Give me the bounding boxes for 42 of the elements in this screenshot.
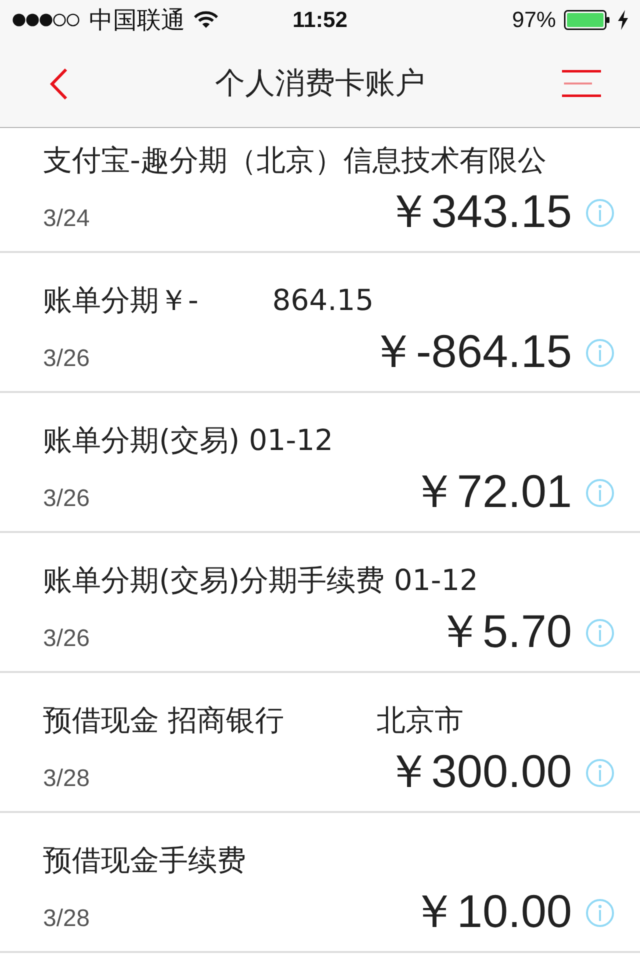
transaction-title: 预借现金 招商银行 北京市 (43, 702, 464, 739)
transaction-title: 预借现金手续费 (43, 842, 246, 879)
info-button[interactable] (586, 899, 614, 927)
battery-percentage: 97% (512, 7, 556, 33)
transaction-title: 账单分期(交易)分期手续费 01-12 (43, 562, 478, 599)
transaction-title: 账单分期￥- 864.15 (43, 282, 374, 319)
info-icon (586, 479, 614, 507)
carrier-name: 中国联通 (89, 5, 185, 36)
info-icon (586, 199, 614, 227)
battery-icon (564, 10, 610, 30)
info-icon (586, 619, 614, 647)
menu-icon (562, 70, 601, 97)
transaction-amount: ￥300.00 (385, 745, 572, 797)
info-icon (586, 339, 614, 367)
back-chevron-icon (49, 68, 69, 100)
transaction-title: 账单分期(交易) 01-12 (43, 422, 334, 459)
info-button[interactable] (586, 199, 614, 227)
info-icon (586, 899, 614, 927)
status-time: 11:52 (292, 7, 348, 33)
info-button[interactable] (586, 759, 614, 787)
transaction-amount: ￥343.15 (385, 185, 572, 237)
transaction-date: 3/26 (43, 344, 90, 373)
page-title: 个人消费卡账户 (215, 65, 425, 103)
transaction-amount: ￥-864.15 (370, 325, 572, 377)
info-icon (586, 759, 614, 787)
transaction-title: 支付宝-趣分期（北京）信息技术有限公 (43, 142, 546, 179)
info-button[interactable] (586, 339, 614, 367)
transaction-date: 3/24 (43, 204, 90, 233)
transaction-amount: ￥10.00 (410, 885, 572, 937)
back-button[interactable] (49, 68, 69, 100)
transaction-date: 3/26 (43, 484, 90, 513)
info-button[interactable] (586, 619, 614, 647)
transaction-date: 3/28 (43, 764, 90, 793)
menu-button[interactable] (562, 70, 601, 97)
charging-bolt-icon (618, 10, 628, 30)
info-button[interactable] (586, 479, 614, 507)
transaction-date: 3/26 (43, 624, 90, 653)
wifi-icon (194, 11, 218, 29)
signal-strength-icon (12, 13, 80, 27)
transaction-amount: ￥72.01 (410, 465, 572, 517)
transaction-date: 3/28 (43, 904, 90, 933)
transaction-amount: ￥5.70 (436, 605, 572, 657)
